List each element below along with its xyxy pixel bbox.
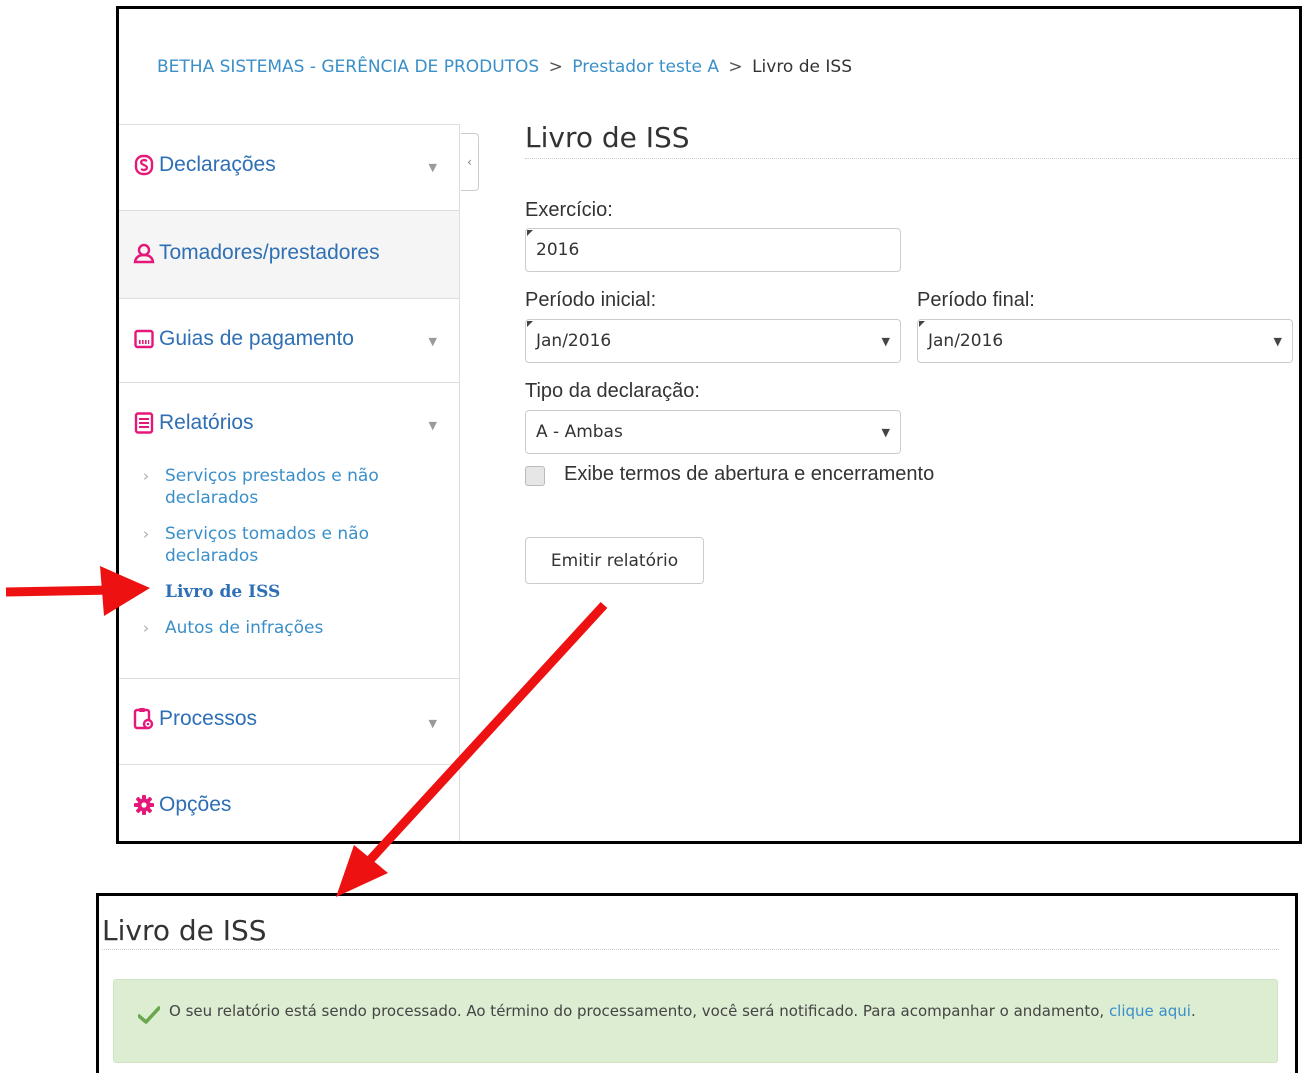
breadcrumb-link-company[interactable]: BETHA SISTEMAS - GERÊNCIA DE PRODUTOS xyxy=(157,57,539,77)
exercicio-value: 2016 xyxy=(536,240,580,260)
submenu-item-label: Autos de infrações xyxy=(165,618,324,638)
chevron-down-icon[interactable]: ▼ xyxy=(429,419,437,432)
sidebar-item-label: Declarações xyxy=(159,153,276,176)
periodo-final-select[interactable]: Jan/2016 ▼ xyxy=(917,319,1293,363)
periodo-inicial-label: Período inicial: xyxy=(525,289,657,311)
periodo-final-value: Jan/2016 xyxy=(928,331,1004,351)
breadcrumb-current: Livro de ISS xyxy=(752,57,852,77)
chevron-down-icon[interactable]: ▼ xyxy=(429,717,437,730)
clipboard-gear-icon xyxy=(133,708,155,730)
sidebar: Declarações ▼ Tomadores/prestadores Guia… xyxy=(119,124,460,841)
submenu-item-livro-iss[interactable]: Livro de ISS xyxy=(143,581,443,603)
exercicio-input[interactable]: 2016 xyxy=(525,228,901,272)
sidebar-item-label: Opções xyxy=(159,793,232,816)
chevron-down-icon[interactable]: ▼ xyxy=(429,161,437,174)
sidebar-item-opcoes[interactable]: Opções xyxy=(119,765,459,841)
chevron-right-icon: › xyxy=(143,525,149,543)
field-marker xyxy=(527,321,533,327)
reports-submenu: › Serviços prestados e não declarados › … xyxy=(143,465,443,653)
tipo-declaracao-select[interactable]: A - Ambas ▼ xyxy=(525,410,901,454)
chevron-down-icon: ▼ xyxy=(881,426,890,439)
alert-message-text: O seu relatório está sendo processado. A… xyxy=(169,1002,1105,1020)
breadcrumb: BETHA SISTEMAS - GERÊNCIA DE PRODUTOS > … xyxy=(157,57,852,77)
chevron-down-icon: ▼ xyxy=(881,335,890,348)
periodo-final-label: Período final: xyxy=(917,289,1035,311)
sidebar-item-label: Relatórios xyxy=(159,411,254,434)
sidebar-item-declaracoes[interactable]: Declarações ▼ xyxy=(119,125,459,211)
submenu-item-label: Serviços tomados e não declarados xyxy=(165,524,369,566)
user-icon xyxy=(133,242,155,264)
tipo-declaracao-value: A - Ambas xyxy=(536,422,623,442)
chevron-down-icon: ▼ xyxy=(1273,335,1282,348)
page-title: Livro de ISS xyxy=(525,121,690,154)
chevron-right-icon: › xyxy=(143,467,149,485)
alert-message: O seu relatório está sendo processado. A… xyxy=(169,1000,1249,1022)
title-divider xyxy=(102,949,1279,950)
sidebar-item-relatorios[interactable]: Relatórios ▼ › Serviços prestados e não … xyxy=(119,383,459,679)
sidebar-item-processos[interactable]: Processos ▼ xyxy=(119,679,459,765)
sidebar-item-label: Guias de pagamento xyxy=(159,327,354,350)
breadcrumb-link-prestador[interactable]: Prestador teste A xyxy=(572,57,719,77)
field-marker xyxy=(527,230,533,236)
sidebar-item-tomadores[interactable]: Tomadores/prestadores xyxy=(119,211,459,299)
sidebar-collapse-toggle[interactable]: ‹ xyxy=(461,133,479,191)
exercicio-label: Exercício: xyxy=(525,199,613,221)
submenu-item-servicos-prestados[interactable]: › Serviços prestados e não declarados xyxy=(143,465,443,509)
sidebar-item-label: Processos xyxy=(159,707,258,730)
checkmark-icon xyxy=(137,1006,161,1028)
periodo-inicial-value: Jan/2016 xyxy=(536,331,612,351)
termos-checkbox-label: Exibe termos de abertura e encerramento xyxy=(564,463,935,485)
field-marker xyxy=(919,321,925,327)
submenu-item-autos-infracoes[interactable]: › Autos de infrações xyxy=(143,617,443,639)
termos-checkbox[interactable] xyxy=(525,466,545,486)
success-alert: O seu relatório está sendo processado. A… xyxy=(113,979,1278,1063)
breadcrumb-separator: > xyxy=(548,57,563,77)
result-page-title: Livro de ISS xyxy=(102,914,267,947)
breadcrumb-separator: > xyxy=(728,57,743,77)
dollar-icon xyxy=(133,154,155,176)
livro-iss-form-screenshot: BETHA SISTEMAS - GERÊNCIA DE PRODUTOS > … xyxy=(116,6,1302,844)
barcode-icon xyxy=(133,328,155,350)
submenu-item-servicos-tomados[interactable]: › Serviços tomados e não declarados xyxy=(143,523,443,567)
gear-icon xyxy=(133,794,155,816)
clique-aqui-link[interactable]: clique aqui xyxy=(1109,1002,1191,1020)
report-icon xyxy=(133,412,155,434)
submenu-item-label: Livro de ISS xyxy=(165,582,281,602)
sidebar-item-label: Tomadores/prestadores xyxy=(159,241,380,264)
title-divider xyxy=(525,158,1299,159)
sidebar-item-guias[interactable]: Guias de pagamento ▼ xyxy=(119,299,459,383)
alert-message-suffix: . xyxy=(1190,1002,1196,1020)
result-screenshot: Livro de ISS O seu relatório está sendo … xyxy=(96,893,1298,1073)
chevron-right-icon: › xyxy=(143,619,149,637)
tipo-declaracao-label: Tipo da declaração: xyxy=(525,380,700,402)
emitir-relatorio-button[interactable]: Emitir relatório xyxy=(525,537,704,584)
chevron-down-icon[interactable]: ▼ xyxy=(429,335,437,348)
submenu-item-label: Serviços prestados e não declarados xyxy=(165,466,379,508)
periodo-inicial-select[interactable]: Jan/2016 ▼ xyxy=(525,319,901,363)
